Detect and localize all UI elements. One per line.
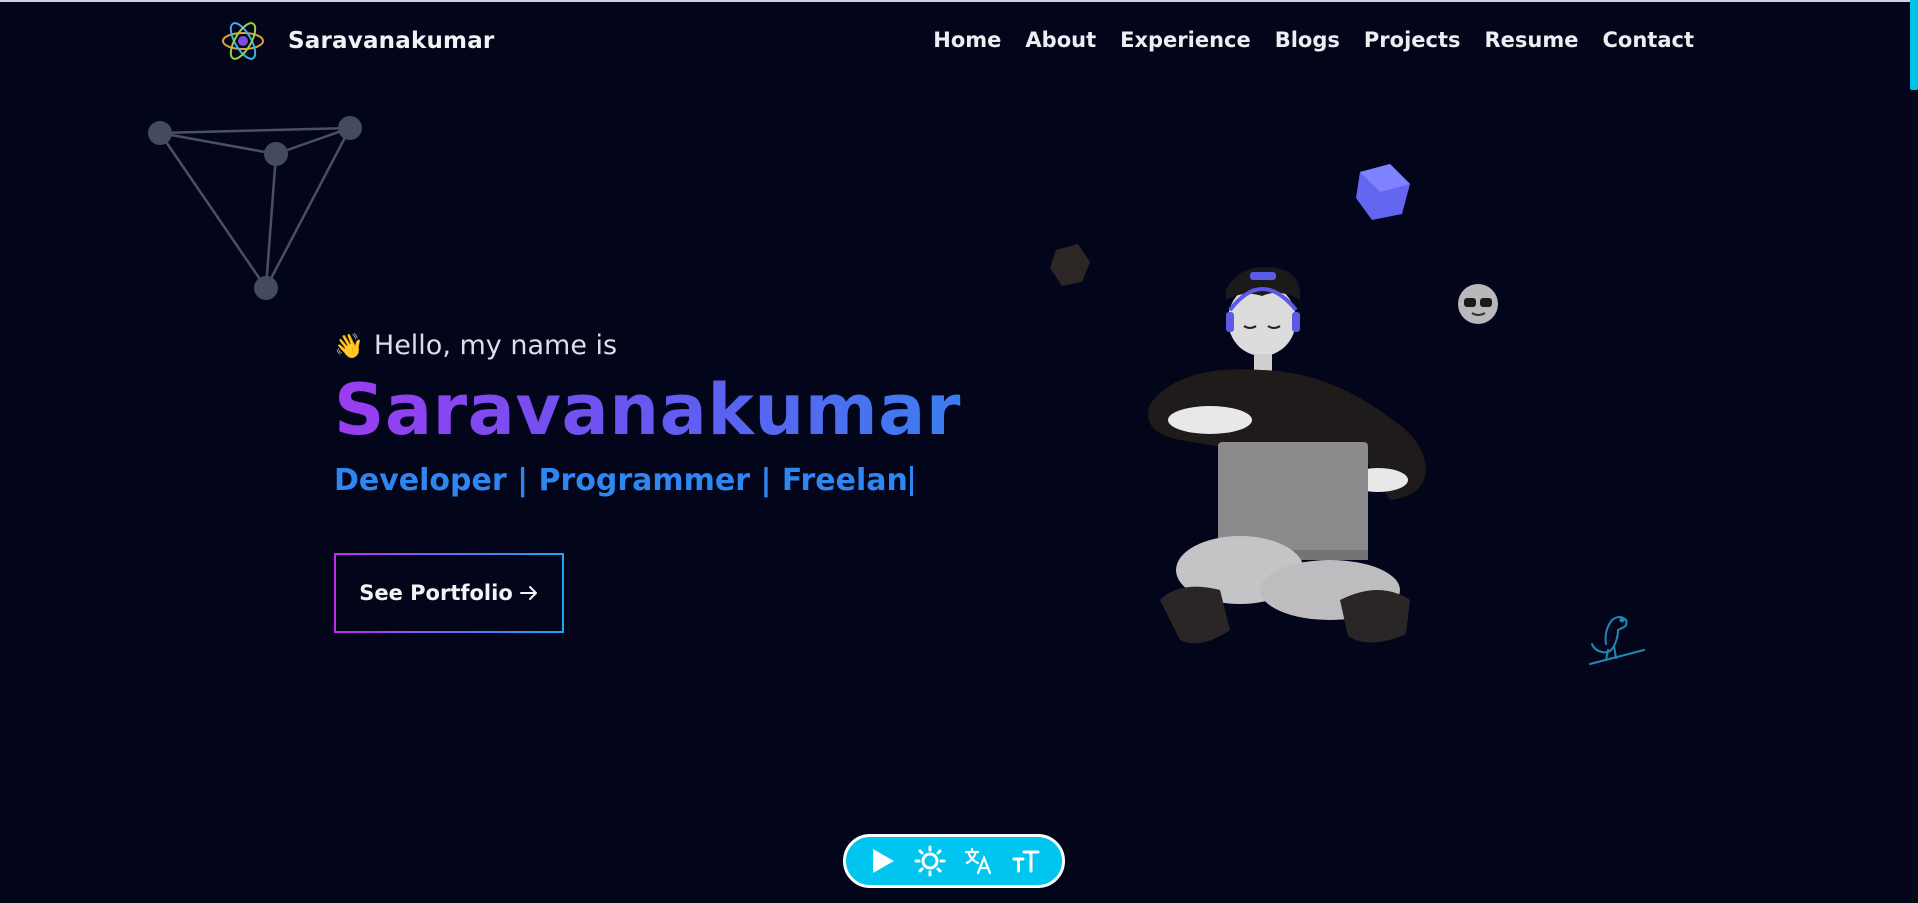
typed-roles: Developer | Programmer | Freelan — [334, 463, 961, 498]
nav-menu: Home About Experience Blogs Projects Res… — [933, 28, 1694, 52]
developer-illustration — [1050, 164, 1498, 644]
nav-item-projects[interactable]: Projects — [1364, 28, 1461, 52]
text-size-icon — [1012, 850, 1040, 873]
accessibility-toolbar — [843, 834, 1065, 888]
navbar: Saravanakumar Home About Experience Blog… — [0, 0, 1918, 86]
brand-name: Saravanakumar — [288, 28, 495, 54]
brand[interactable]: Saravanakumar — [220, 18, 494, 64]
nav-item-about[interactable]: About — [1025, 28, 1096, 52]
greeting-text: Hello, my name is — [373, 330, 618, 361]
scrollbar[interactable] — [1910, 0, 1918, 903]
nav-item-experience[interactable]: Experience — [1120, 28, 1251, 52]
see-portfolio-button[interactable]: See Portfolio — [334, 553, 564, 633]
typed-roles-text: Developer | Programmer | Freelan — [334, 463, 908, 498]
sunglasses-emoji — [1458, 284, 1498, 324]
nav-item-resume[interactable]: Resume — [1485, 28, 1579, 52]
nav-item-home[interactable]: Home — [933, 28, 1001, 52]
typing-caret — [909, 465, 913, 496]
nav-item-blogs[interactable]: Blogs — [1275, 28, 1340, 52]
translate-button[interactable] — [958, 841, 998, 881]
translate-icon — [964, 847, 992, 875]
waving-hand-icon: 👋 — [334, 331, 364, 360]
network-graph-decoration — [148, 116, 362, 300]
sun-icon — [914, 845, 946, 877]
play-button[interactable] — [862, 841, 902, 881]
arrow-right-icon — [519, 586, 537, 600]
greeting: 👋 Hello, my name is — [334, 330, 961, 361]
nav-item-contact[interactable]: Contact — [1603, 28, 1695, 52]
dinosaur-doodle — [1589, 616, 1645, 665]
see-portfolio-label: See Portfolio — [359, 581, 513, 605]
hero-name: Saravanakumar — [334, 369, 961, 451]
floating-gem — [1050, 244, 1090, 286]
atom-icon — [222, 22, 264, 60]
hero-section: 👋 Hello, my name is Saravanakumar Develo… — [334, 330, 961, 498]
theme-toggle-button[interactable] — [910, 841, 950, 881]
play-icon — [873, 849, 894, 873]
character-figure — [1148, 266, 1426, 644]
text-size-button[interactable] — [1006, 841, 1046, 881]
